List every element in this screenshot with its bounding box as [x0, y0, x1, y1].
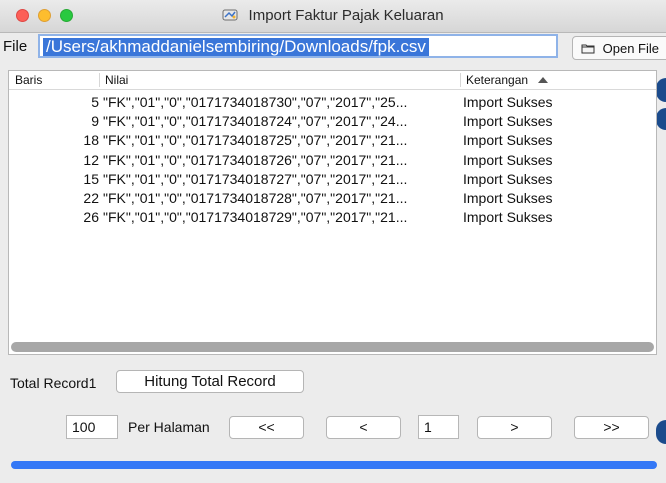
- horizontal-scrollbar[interactable]: [11, 342, 654, 352]
- window-title-wrap: Import Faktur Pajak Keluaran: [0, 7, 666, 24]
- keterangan-cell: Import Sukses: [463, 189, 553, 206]
- baris-cell: 9: [91, 113, 99, 130]
- nilai-cell: "FK","01","0","0171734018725","07","2017…: [103, 132, 408, 149]
- column-divider[interactable]: [460, 73, 461, 87]
- table-row[interactable]: 15 "FK","01","0","0171734018727","07","2…: [9, 171, 656, 190]
- keterangan-header-label: Keterangan: [466, 73, 529, 87]
- baris-cell: 12: [83, 151, 99, 168]
- nilai-cell: "FK","01","0","0171734018724","07","2017…: [103, 113, 408, 130]
- baris-cell: 26: [83, 209, 99, 226]
- current-page-input[interactable]: 1: [418, 415, 459, 439]
- baris-cell: 18: [83, 132, 99, 149]
- import-window: Import Faktur Pajak Keluaran File /Users…: [0, 0, 666, 483]
- background-window-edge: [656, 420, 666, 444]
- keterangan-cell: Import Sukses: [463, 113, 553, 130]
- total-record-value: 1: [88, 375, 97, 391]
- keterangan-cell: Import Sukses: [463, 170, 553, 187]
- file-path-selected-text: /Users/akhmaddanielsembiring/Downloads/f…: [43, 38, 429, 56]
- open-file-label: Open File: [602, 41, 659, 56]
- table-row[interactable]: 26 "FK","01","0","0171734018729","07","2…: [9, 209, 656, 228]
- sort-ascending-icon: [538, 77, 549, 83]
- table-header: Baris Nilai Keterangan: [9, 71, 656, 90]
- hitung-total-record-button[interactable]: Hitung Total Record: [116, 370, 304, 393]
- column-divider[interactable]: [99, 73, 100, 87]
- window-title: Import Faktur Pajak Keluaran: [248, 7, 444, 24]
- total-record-label: Total Record1: [10, 375, 96, 391]
- table-row[interactable]: 22 "FK","01","0","0171734018728","07","2…: [9, 190, 656, 209]
- keterangan-cell: Import Sukses: [463, 132, 553, 149]
- nilai-cell: "FK","01","0","0171734018726","07","2017…: [103, 151, 408, 168]
- nilai-cell: "FK","01","0","0171734018728","07","2017…: [103, 189, 408, 206]
- table-row[interactable]: 18 "FK","01","0","0171734018725","07","2…: [9, 132, 656, 151]
- background-window-edge: [656, 78, 666, 102]
- title-bar: Import Faktur Pajak Keluaran: [0, 0, 666, 33]
- next-page-button[interactable]: >: [477, 416, 552, 439]
- table-body: 5 "FK","01","0","0171734018730","07","20…: [9, 94, 656, 228]
- per-halaman-label: Per Halaman: [128, 419, 210, 435]
- nilai-cell: "FK","01","0","0171734018729","07","2017…: [103, 209, 408, 226]
- previous-page-button[interactable]: <: [326, 416, 401, 439]
- nilai-cell: "FK","01","0","0171734018727","07","2017…: [103, 170, 408, 187]
- file-label: File: [3, 38, 28, 55]
- total-record-text: Total Record: [10, 375, 89, 391]
- import-results-table[interactable]: Baris Nilai Keterangan 5 "FK","01","0","…: [8, 70, 657, 355]
- table-row[interactable]: 5 "FK","01","0","0171734018730","07","20…: [9, 94, 656, 113]
- last-page-button[interactable]: >>: [574, 416, 649, 439]
- import-progress-bar: [11, 461, 657, 469]
- column-header-keterangan[interactable]: Keterangan: [466, 73, 549, 87]
- background-window-edge: [656, 108, 666, 130]
- per-page-input[interactable]: 100: [66, 415, 118, 439]
- keterangan-cell: Import Sukses: [463, 94, 553, 110]
- file-path-input[interactable]: /Users/akhmaddanielsembiring/Downloads/f…: [38, 34, 558, 58]
- keterangan-cell: Import Sukses: [463, 151, 553, 168]
- open-file-button[interactable]: Open File: [572, 36, 666, 60]
- baris-cell: 5: [91, 94, 99, 110]
- table-row[interactable]: 12 "FK","01","0","0171734018726","07","2…: [9, 152, 656, 171]
- nilai-cell: "FK","01","0","0171734018730","07","2017…: [103, 94, 408, 110]
- first-page-button[interactable]: <<: [229, 416, 304, 439]
- keterangan-cell: Import Sukses: [463, 209, 553, 226]
- column-header-nilai[interactable]: Nilai: [105, 73, 128, 87]
- baris-cell: 15: [83, 170, 99, 187]
- column-header-baris[interactable]: Baris: [15, 73, 42, 87]
- table-row[interactable]: 9 "FK","01","0","0171734018724","07","20…: [9, 113, 656, 132]
- app-icon: [222, 9, 238, 21]
- baris-cell: 22: [83, 189, 99, 206]
- folder-icon: [581, 44, 595, 54]
